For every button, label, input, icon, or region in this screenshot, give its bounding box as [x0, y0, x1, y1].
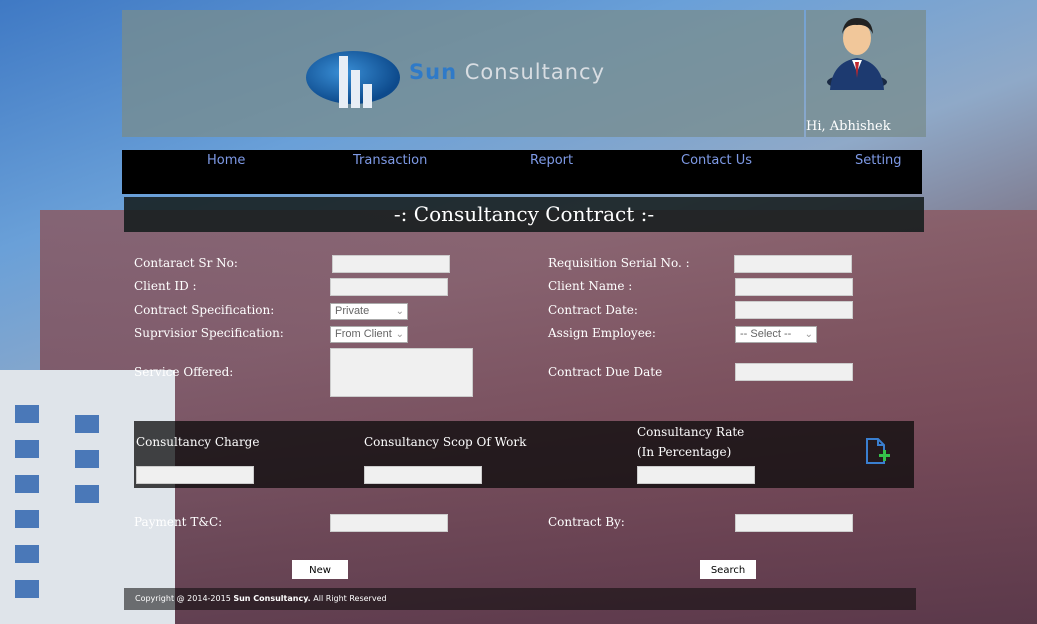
label-contract-due-date: Contract Due Date	[548, 365, 663, 379]
nav-home[interactable]: Home	[207, 153, 245, 168]
client-name-input[interactable]	[735, 278, 853, 296]
contract-spec-select[interactable]: Private ⌄	[330, 303, 408, 320]
footer-suffix: All Right Reserved	[310, 594, 387, 603]
label-client-id: Client ID :	[134, 279, 197, 293]
chevron-down-icon: ⌄	[395, 306, 404, 317]
new-button[interactable]: New	[292, 560, 348, 579]
consultancy-charge-input[interactable]	[136, 466, 254, 484]
supervisor-spec-selected: From Client	[335, 328, 392, 340]
nav-contact-us[interactable]: Contact Us	[681, 153, 752, 168]
contract-sr-no-input[interactable]	[332, 255, 450, 273]
label-contract-sr-no: Contaract Sr No:	[134, 256, 238, 270]
assign-employee-select[interactable]: -- Select -- ⌄	[735, 326, 817, 343]
user-avatar-icon[interactable]	[824, 12, 894, 90]
main-navbar: Home Transaction Report Contact Us Setti…	[122, 150, 922, 194]
footer: Copyright @ 2014-2015 Sun Consultancy. A…	[124, 588, 916, 610]
add-document-icon[interactable]	[864, 437, 892, 467]
brand-name: Sun Consultancy	[409, 60, 605, 84]
nav-transaction[interactable]: Transaction	[353, 153, 427, 168]
label-requisition-serial: Requisition Serial No. :	[548, 256, 690, 270]
nav-report[interactable]: Report	[530, 153, 573, 168]
requisition-serial-input[interactable]	[734, 255, 852, 273]
label-payment-tc: Payment T&C:	[134, 515, 223, 529]
service-offered-textarea[interactable]	[330, 348, 473, 397]
label-consultancy-charge: Consultancy Charge	[136, 435, 260, 449]
label-contract-date: Contract Date:	[548, 303, 638, 317]
chevron-down-icon: ⌄	[804, 329, 813, 340]
header-banner: Sun Consultancy	[122, 10, 804, 137]
nav-setting[interactable]: Setting	[855, 153, 902, 168]
label-contract-spec: Contract Specification:	[134, 303, 275, 317]
footer-company: Sun Consultancy.	[233, 594, 311, 603]
brand-name-part2: Consultancy	[464, 60, 606, 84]
label-consultancy-rate: Consultancy Rate	[637, 425, 745, 439]
background-building	[40, 210, 1037, 624]
scope-of-work-input[interactable]	[364, 466, 482, 484]
brand-name-part1: Sun	[409, 60, 458, 84]
background-building-left	[0, 370, 175, 624]
label-contract-by: Contract By:	[548, 515, 625, 529]
contract-spec-selected: Private	[335, 305, 370, 317]
user-greeting: Hi, Abhishek	[806, 119, 891, 134]
contract-due-date-input[interactable]	[735, 363, 853, 381]
contract-by-input[interactable]	[735, 514, 853, 532]
assign-employee-selected: -- Select --	[740, 328, 792, 340]
page-title: -: Consultancy Contract :-	[124, 197, 924, 232]
footer-prefix: Copyright @ 2014-2015	[135, 594, 234, 603]
label-supervisor-spec: Suprvisior Specification:	[134, 326, 284, 340]
client-id-input[interactable]	[330, 278, 448, 296]
consultancy-rate-input[interactable]	[637, 466, 755, 484]
supervisor-spec-select[interactable]: From Client ⌄	[330, 326, 408, 343]
user-panel: Hi, Abhishek	[806, 10, 926, 137]
label-client-name: Client Name :	[548, 279, 633, 293]
label-service-offered: Service Offered:	[134, 365, 234, 379]
payment-tc-input[interactable]	[330, 514, 448, 532]
label-consultancy-rate-unit: (In Percentage)	[637, 445, 732, 459]
chevron-down-icon: ⌄	[395, 329, 404, 340]
label-scope-of-work: Consultancy Scop Of Work	[364, 435, 527, 449]
search-button[interactable]: Search	[700, 560, 756, 579]
label-assign-employee: Assign Employee:	[548, 326, 656, 340]
contract-date-input[interactable]	[735, 301, 853, 319]
